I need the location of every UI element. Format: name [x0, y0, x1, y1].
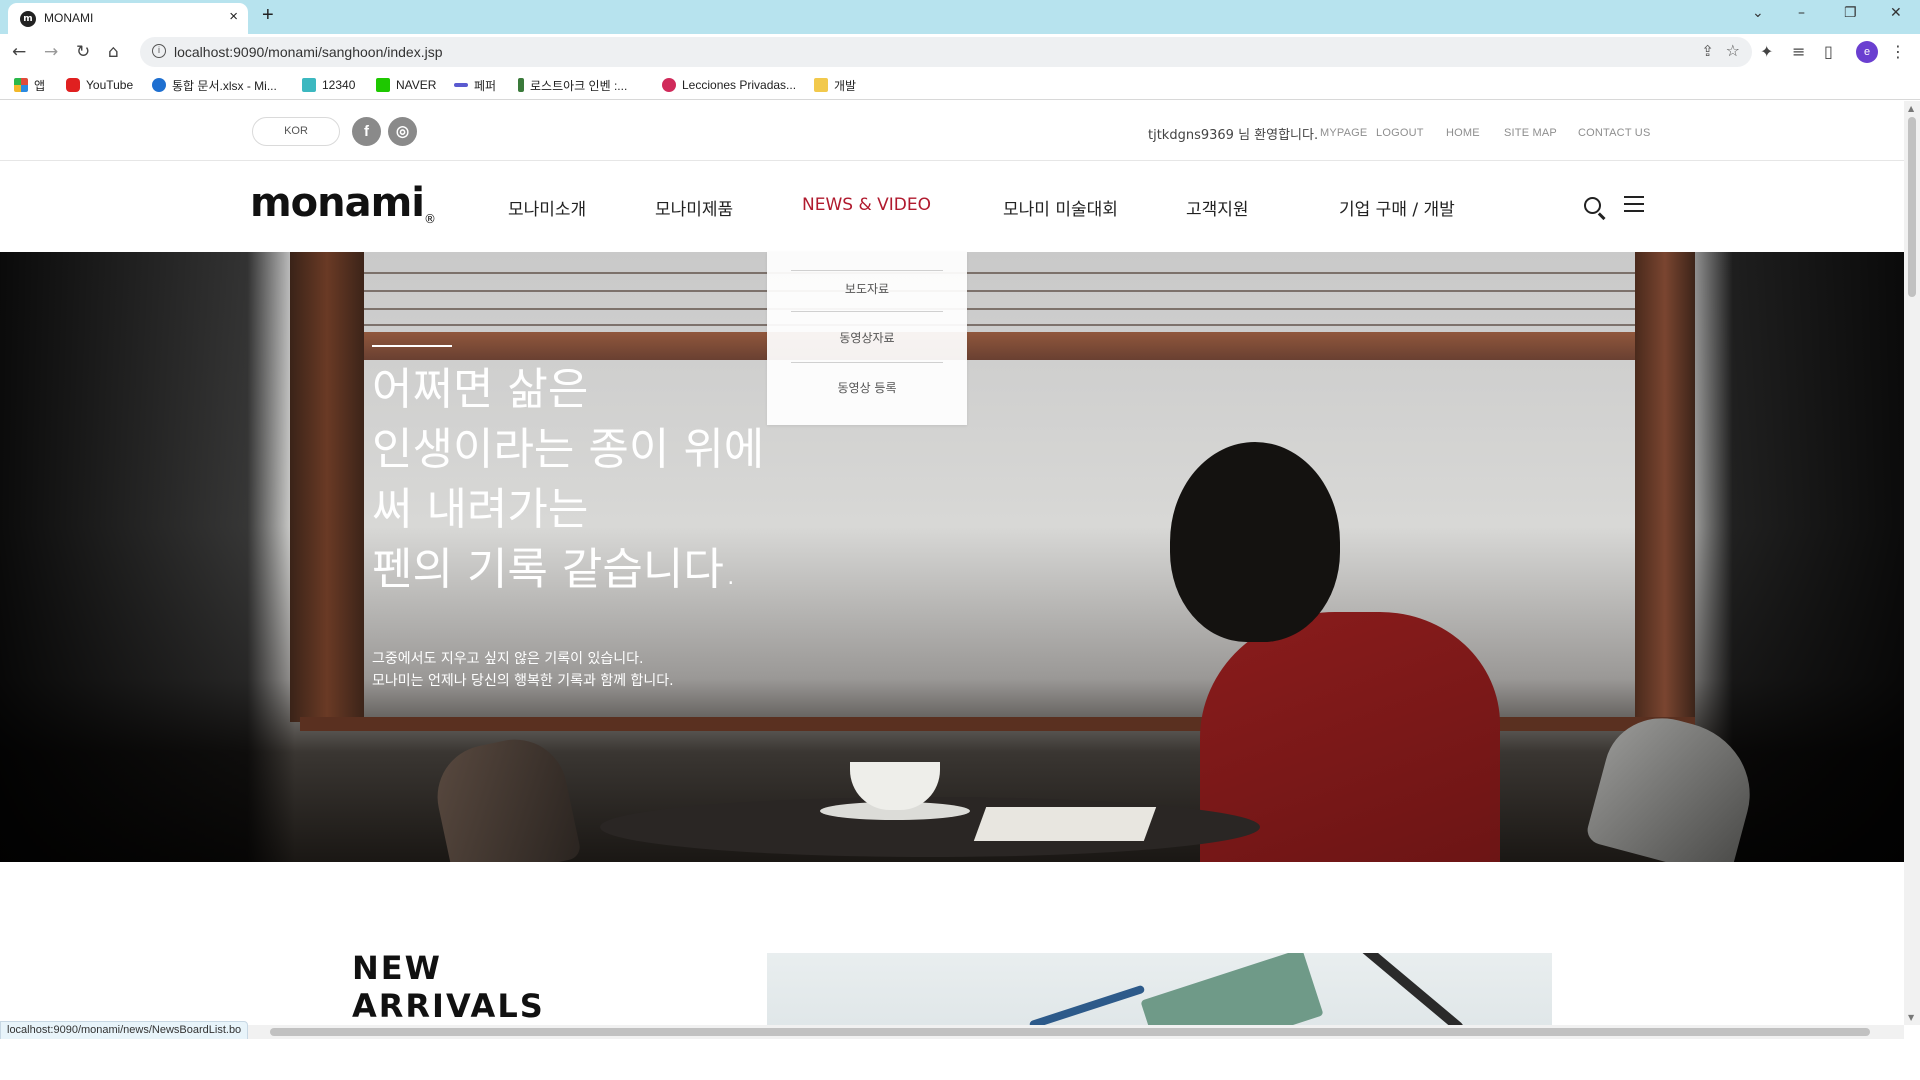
main-navigation: monami® 모나미소개 모나미제품 NEWS & VIDEO 모나미 미술대… — [0, 162, 1904, 252]
home-link[interactable]: HOME — [1446, 127, 1480, 139]
home-icon[interactable]: ⌂ — [108, 42, 119, 62]
search-icon[interactable] — [1584, 197, 1601, 214]
nav-art-contest[interactable]: 모나미 미술대회 — [1003, 195, 1118, 220]
window-sill — [300, 332, 1680, 360]
reload-icon[interactable]: ↻ — [76, 42, 90, 62]
star-badge-icon — [662, 78, 676, 92]
share-icon[interactable]: ⇪ — [1701, 42, 1714, 60]
address-url[interactable]: localhost:9090/monami/sanghoon/index.jsp — [174, 44, 443, 60]
youtube-icon — [66, 78, 80, 92]
reading-list-icon[interactable]: ≡ — [1792, 42, 1805, 61]
nav-customer-support[interactable]: 고객지원 — [1186, 195, 1249, 220]
scroll-down-icon[interactable]: ▼ — [1908, 1013, 1914, 1022]
inven-icon — [518, 78, 524, 92]
teal-square-icon — [302, 78, 316, 92]
scroll-up-icon[interactable]: ▲ — [1908, 104, 1914, 113]
new-arrivals-product-image[interactable] — [767, 953, 1552, 1033]
dropdown-item-video-register[interactable]: 동영상 등록 — [767, 379, 967, 396]
tab-search-icon[interactable]: ⌄ — [1752, 5, 1764, 21]
facebook-icon[interactable]: f — [352, 117, 381, 146]
nav-news-video[interactable]: NEWS & VIDEO — [802, 195, 931, 215]
chair-image — [427, 729, 583, 862]
forward-icon[interactable]: → — [44, 42, 58, 62]
web-page: KOR f ◎ tjtkdgns9369 님 환영합니다. MYPAGE LOG… — [0, 101, 1904, 1025]
bookmark-naver[interactable]: NAVER — [376, 77, 436, 93]
bookmark-folder-dev[interactable]: 개발 — [814, 77, 856, 93]
utility-bar: KOR f ◎ tjtkdgns9369 님 환영합니다. MYPAGE LOG… — [0, 101, 1904, 161]
folder-icon — [814, 78, 828, 92]
vertical-scrollbar[interactable]: ▲ ▼ — [1904, 101, 1920, 1025]
window-frame-right — [1635, 252, 1695, 722]
address-bar[interactable]: i localhost:9090/monami/sanghoon/index.j… — [140, 37, 1752, 67]
site-info-icon[interactable]: i — [152, 44, 166, 58]
dropdown-item-press[interactable]: 보도자료 — [767, 280, 967, 297]
back-icon[interactable]: ← — [12, 42, 26, 62]
browser-tab[interactable]: m MONAMI × — [8, 3, 248, 34]
nav-products[interactable]: 모나미제품 — [655, 195, 733, 220]
horizontal-scrollbar[interactable] — [0, 1025, 1904, 1039]
browser-tab-bar: m MONAMI × + ⌄ – ❐ ✕ — [0, 0, 1920, 34]
news-video-dropdown: 보도자료 동영상자료 동영상 등록 — [767, 252, 967, 425]
bookmark-apps[interactable]: 앱 — [14, 77, 45, 93]
pepper-icon — [454, 83, 468, 87]
language-selector[interactable]: KOR — [252, 117, 340, 146]
monami-logo[interactable]: monami® — [250, 180, 436, 226]
browser-toolbar: ← → ↻ ⌂ i localhost:9090/monami/sanghoon… — [0, 34, 1920, 70]
side-panel-icon[interactable]: ▯ — [1824, 42, 1833, 61]
apps-grid-icon — [14, 78, 28, 92]
registered-mark: ® — [424, 212, 436, 226]
bookmark-star-icon[interactable]: ☆ — [1726, 41, 1740, 60]
site-map-link[interactable]: SITE MAP — [1504, 127, 1557, 139]
restore-icon[interactable]: ❐ — [1844, 5, 1857, 21]
tab-title: MONAMI — [44, 11, 94, 25]
hamburger-menu-icon[interactable] — [1624, 196, 1644, 212]
contact-us-link[interactable]: CONTACT US — [1578, 127, 1651, 139]
new-tab-button[interactable]: + — [262, 4, 274, 27]
dropdown-item-videos[interactable]: 동영상자료 — [767, 329, 967, 346]
bookmark-pepper[interactable]: 페퍼 — [454, 77, 496, 93]
bookmark-12340[interactable]: 12340 — [302, 77, 355, 93]
minimize-icon[interactable]: – — [1798, 5, 1805, 21]
bookmark-youtube[interactable]: YouTube — [66, 77, 133, 93]
welcome-message: tjtkdgns9369 님 환영합니다. — [1148, 128, 1319, 143]
window-frame-left — [290, 252, 364, 722]
onedrive-icon — [152, 78, 166, 92]
logo-text: monami — [250, 180, 425, 226]
link-status-bar: localhost:9090/monami/news/NewsBoardList… — [0, 1021, 249, 1040]
woman-writing-image — [1110, 442, 1530, 862]
logout-link[interactable]: LOGOUT — [1376, 127, 1424, 139]
new-arrivals-heading: NEW ARRIVALS — [352, 949, 545, 1025]
bookmark-lecciones[interactable]: Lecciones Privadas... — [662, 77, 796, 93]
monami-favicon-icon: m — [20, 11, 36, 27]
vertical-scroll-thumb[interactable] — [1908, 117, 1916, 297]
hero-accent-line — [372, 345, 452, 347]
extensions-icon[interactable]: ✦ — [1760, 42, 1773, 61]
horizontal-scroll-thumb[interactable] — [270, 1028, 1870, 1036]
hero-title: 어쩌면 삶은 인생이라는 종이 위에 써 내려가는 펜의 기록 같습니다. — [372, 364, 765, 595]
bookmarks-bar: 앱 YouTube 통합 문서.xlsx - Mi... 12340 NAVER… — [0, 70, 1920, 100]
window-close-icon[interactable]: ✕ — [1890, 5, 1902, 21]
nav-about[interactable]: 모나미소개 — [508, 195, 586, 220]
paper-image — [973, 807, 1157, 841]
naver-icon — [376, 78, 390, 92]
bookmark-inven[interactable]: 로스트아크 인벤 :... — [518, 77, 627, 93]
bookmark-excel[interactable]: 통합 문서.xlsx - Mi... — [152, 77, 277, 93]
nav-corporate[interactable]: 기업 구매 / 개발 — [1339, 195, 1455, 220]
browser-menu-icon[interactable]: ⋮ — [1890, 42, 1906, 61]
instagram-icon[interactable]: ◎ — [388, 117, 417, 146]
profile-avatar[interactable]: e — [1856, 41, 1878, 63]
hero-subtitle: 그중에서도 지우고 싶지 않은 기록이 있습니다. 모나미는 언제나 당신의 행… — [372, 651, 674, 689]
mypage-link[interactable]: MYPAGE — [1320, 127, 1367, 139]
tab-close-icon[interactable]: × — [229, 8, 238, 25]
